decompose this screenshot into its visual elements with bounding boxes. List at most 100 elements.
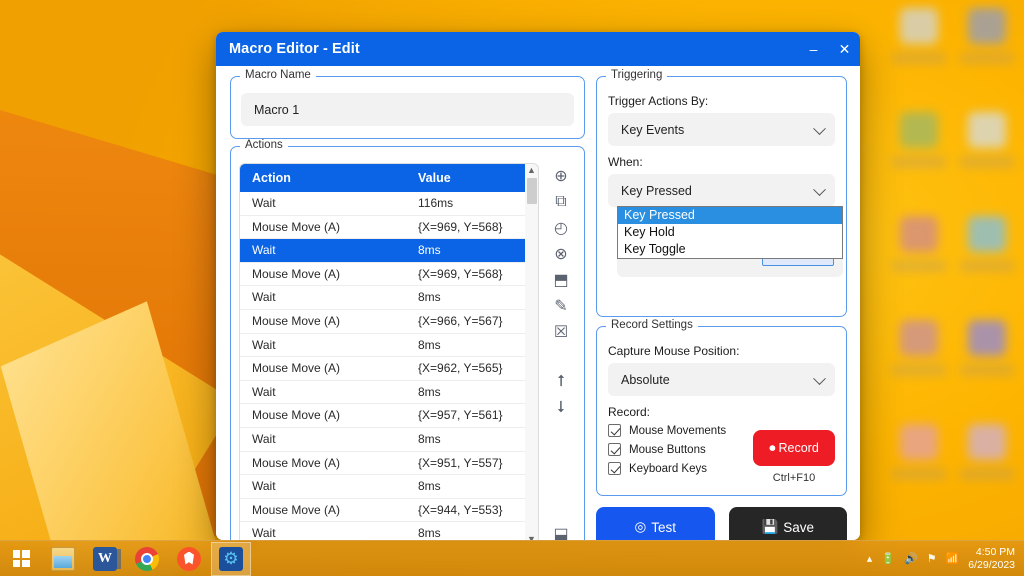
desktop-icon[interactable]	[888, 4, 950, 66]
desktop-icon[interactable]	[956, 4, 1018, 66]
table-row[interactable]: Mouse Move (A) {X=951, Y=557}	[240, 451, 525, 476]
checkbox-icon[interactable]	[608, 424, 621, 437]
edit-action-icon[interactable]: ✎	[548, 293, 574, 319]
clock-date: 6/29/2023	[968, 558, 1015, 571]
record-options-row: Mouse Movements Mouse Buttons Keyboard Key…	[608, 424, 835, 484]
open-folder-icon[interactable]: ⬓	[548, 521, 574, 540]
record-option-label: Mouse Buttons	[629, 443, 706, 456]
table-row[interactable]: Wait 8ms	[240, 475, 525, 499]
checkbox-icon[interactable]	[608, 462, 621, 475]
test-button[interactable]: ◎ Test	[596, 507, 715, 540]
windows-logo-icon	[12, 550, 30, 567]
add-delay-icon[interactable]: ◴	[548, 215, 574, 241]
desktop-icon[interactable]	[956, 108, 1018, 170]
table-row[interactable]: Mouse Move (A) {X=969, Y=568}	[240, 215, 525, 240]
when-select[interactable]: Key Pressed	[608, 174, 835, 207]
show-hidden-icons-icon[interactable]: ▴	[867, 552, 873, 565]
record-option-row[interactable]: Mouse Movements	[608, 424, 743, 437]
record-option-row[interactable]: Keyboard Keys	[608, 462, 743, 475]
test-button-label: Test	[651, 519, 677, 535]
dropdown-option[interactable]: Key Pressed	[618, 207, 842, 224]
delete-all-icon[interactable]: ☒	[548, 319, 574, 345]
cell-action: Wait	[252, 384, 276, 399]
cell-value: 8ms	[418, 290, 441, 305]
window-titlebar[interactable]: Macro Editor - Edit – ✕	[216, 32, 860, 66]
macro-name-input[interactable]: Macro 1	[241, 93, 574, 126]
table-row[interactable]: Wait 8ms	[240, 380, 525, 405]
actions-toolbar: ⊕ ⧉ ◴ ⊗ ⬒ ✎ ☒ ⭡ ⭣ ⬓	[546, 163, 576, 540]
capture-mouse-position-select[interactable]: Absolute	[608, 363, 835, 396]
taskbar-item-word[interactable]: W	[85, 542, 125, 576]
new-file-icon[interactable]: ⬒	[548, 267, 574, 293]
scrollbar-thumb[interactable]	[526, 178, 537, 204]
save-button[interactable]: 💾 Save	[728, 507, 847, 540]
record-checkbox-list: Mouse Movements Mouse Buttons Keyboard Key…	[608, 424, 743, 481]
dropdown-option[interactable]: Key Hold	[618, 224, 842, 241]
table-row[interactable]: Mouse Move (A) {X=944, Y=553}	[240, 498, 525, 523]
cell-value: 116ms	[418, 196, 454, 210]
taskbar-item-chrome[interactable]	[127, 542, 167, 576]
desktop-icon[interactable]	[888, 212, 950, 274]
remove-action-icon[interactable]: ⊗	[548, 241, 574, 267]
record-button[interactable]: ⏺ Record	[753, 430, 835, 466]
save-icon: 💾	[761, 519, 779, 534]
cell-value: {X=957, Y=561}	[418, 408, 503, 423]
window-title: Macro Editor - Edit	[229, 41, 360, 57]
table-header: Action Value	[240, 164, 525, 192]
dropdown-option[interactable]: Key Toggle	[618, 241, 842, 258]
capture-mouse-position-label: Capture Mouse Position:	[608, 344, 740, 358]
desktop-icon[interactable]	[956, 316, 1018, 378]
window-controls: – ✕	[798, 32, 860, 66]
table-row[interactable]: Mouse Move (A) {X=969, Y=568}	[240, 262, 525, 287]
move-down-icon[interactable]: ⭣	[548, 395, 574, 421]
table-row[interactable]: Wait 8ms	[240, 333, 525, 358]
table-row[interactable]: Mouse Move (A) {X=966, Y=567}	[240, 309, 525, 334]
duplicate-action-icon[interactable]: ⧉	[548, 189, 574, 215]
flag-icon[interactable]: ⚑	[927, 552, 937, 565]
desktop-icon[interactable]	[888, 108, 950, 170]
chevron-down-icon	[813, 371, 826, 385]
trigger-by-select[interactable]: Key Events	[608, 113, 835, 146]
minimize-button[interactable]: –	[798, 32, 829, 66]
table-row[interactable]: Wait 8ms	[240, 522, 525, 540]
table-body[interactable]: Wait 116ms Mouse Move (A) {X=969, Y=568} Wai…	[240, 192, 525, 540]
table-row[interactable]: Wait 8ms	[240, 286, 525, 310]
record-label: Record:	[608, 405, 651, 419]
macro-editor-window: Macro Editor - Edit – ✕ Macro Name Macro…	[216, 32, 860, 540]
taskbar-item-file-explorer[interactable]	[43, 542, 83, 576]
taskbar-item-brave[interactable]	[169, 542, 209, 576]
table-row[interactable]: Wait 8ms	[240, 239, 525, 263]
taskbar-item-macro-app[interactable]	[211, 541, 251, 576]
record-option-row[interactable]: Mouse Buttons	[608, 443, 743, 456]
brave-icon	[177, 546, 201, 571]
battery-icon[interactable]: 🔋	[881, 552, 895, 565]
triggering-group-label: Triggering	[606, 69, 668, 81]
table-row[interactable]: Mouse Move (A) {X=957, Y=561}	[240, 404, 525, 428]
desktop-icon[interactable]	[956, 420, 1018, 482]
scroll-down-icon[interactable]: ▼	[527, 533, 536, 540]
table-scrollbar[interactable]: ▲ ▼	[525, 163, 539, 540]
desktop-icon[interactable]	[956, 212, 1018, 274]
desktop-icon[interactable]	[888, 316, 950, 378]
scroll-up-icon[interactable]: ▲	[527, 164, 536, 177]
table-row[interactable]: Mouse Move (A) {X=962, Y=565}	[240, 357, 525, 381]
clock[interactable]: 4:50 PM 6/29/2023	[968, 546, 1015, 572]
checkbox-icon[interactable]	[608, 443, 621, 456]
move-up-icon[interactable]: ⭡	[548, 369, 574, 395]
network-icon[interactable]: 📶	[946, 552, 960, 565]
cell-value: 8ms	[418, 526, 441, 540]
when-dropdown-list[interactable]: Key Pressed Key Hold Key Toggle	[617, 206, 843, 259]
add-action-icon[interactable]: ⊕	[548, 163, 574, 189]
cell-value: 8ms	[418, 479, 441, 494]
right-column: Triggering Trigger Actions By: Key Event…	[596, 69, 847, 540]
table-row[interactable]: Wait 8ms	[240, 427, 525, 452]
word-icon: W	[93, 546, 121, 571]
desktop-icon-grid	[888, 4, 1018, 482]
close-button[interactable]: ✕	[829, 32, 860, 66]
desktop-icon[interactable]	[888, 420, 950, 482]
start-button[interactable]	[1, 542, 41, 576]
when-label: When:	[608, 155, 643, 169]
volume-icon[interactable]: 🔊	[904, 552, 918, 565]
record-settings-group: Record Settings Capture Mouse Position: …	[596, 319, 847, 496]
table-row[interactable]: Wait 116ms	[240, 192, 525, 216]
